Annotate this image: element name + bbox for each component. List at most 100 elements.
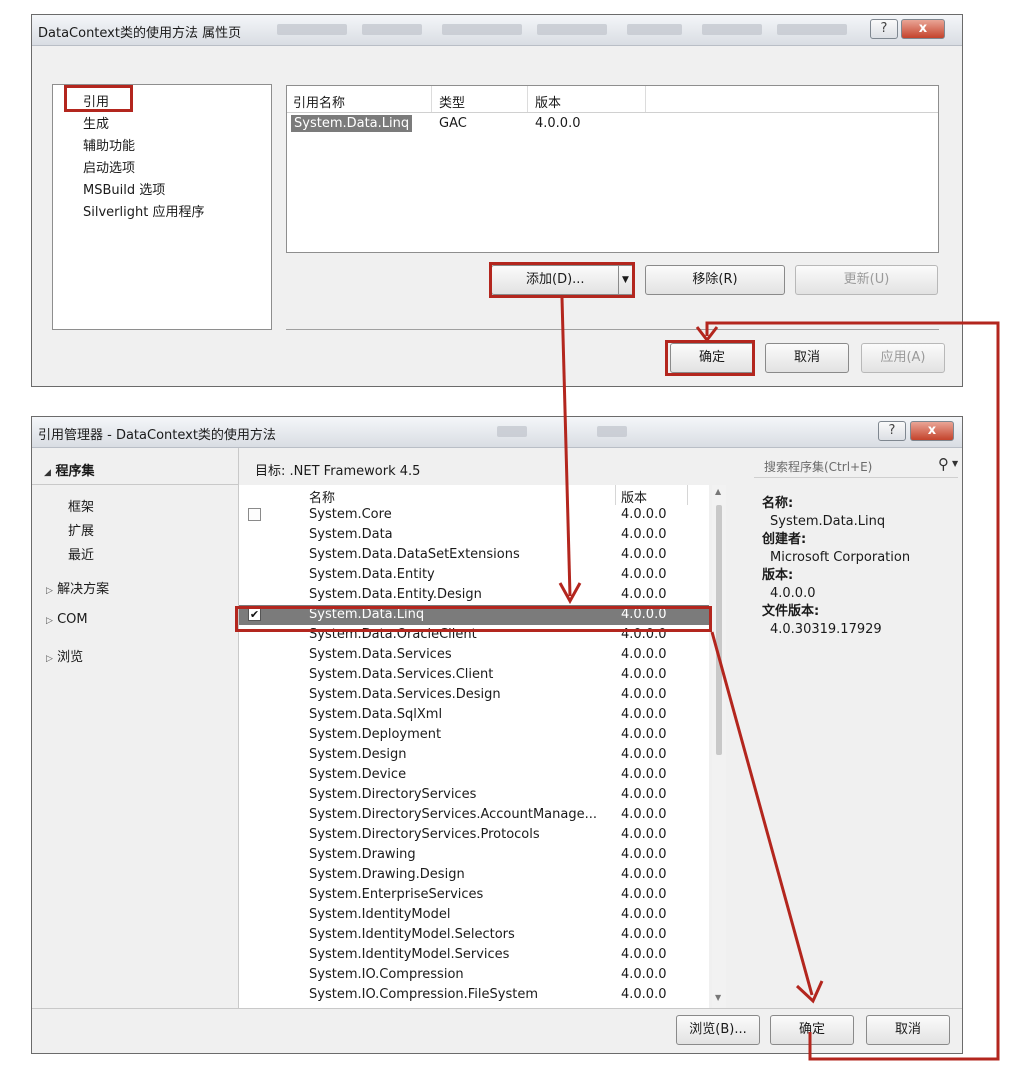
collapsed-triangle-icon: ▷ [46, 616, 53, 626]
tree-item-recent[interactable]: 最近 [68, 544, 94, 563]
vertical-scrollbar[interactable]: ▲ ▼ [712, 485, 726, 1008]
table-row[interactable]: System.Device 4.0.0.0 [239, 765, 709, 785]
table-row[interactable]: System.DirectoryServices.AccountManage..… [239, 805, 709, 825]
assembly-name: System.Data.Entity.Design [309, 587, 482, 602]
window-title: 引用管理器 - DataContext类的使用方法 [38, 428, 276, 443]
browse-button[interactable]: 浏览(B)... [676, 1015, 760, 1045]
table-row[interactable]: System.Core 4.0.0.0 [239, 505, 709, 525]
table-row[interactable]: System.DirectoryServices 4.0.0.0 [239, 785, 709, 805]
update-reference-button[interactable]: 更新(U) [795, 265, 938, 295]
table-row[interactable]: System.IdentityModel.Selectors 4.0.0.0 [239, 925, 709, 945]
category-tree: ◢ 程序集 框架 扩展 最近 ▷ 解决方案 ▷ COM ▷ 浏览 [32, 448, 238, 1008]
remove-reference-button[interactable]: 移除(R) [645, 265, 785, 295]
column-header-name[interactable]: 名称 [309, 487, 335, 506]
scroll-up-icon[interactable]: ▲ [715, 487, 721, 496]
assembly-name: System.Data [309, 527, 393, 542]
assembly-name: System.Design [309, 747, 407, 762]
reference-type-cell: GAC [439, 116, 467, 131]
reference-version-cell: 4.0.0.0 [535, 116, 581, 131]
add-reference-button[interactable]: 添加(D)... ▼ [491, 265, 634, 295]
tree-node-assemblies[interactable]: ◢ 程序集 [44, 460, 94, 479]
tree-item-extensions[interactable]: 扩展 [68, 520, 94, 539]
cancel-button[interactable]: 取消 [765, 343, 849, 373]
reference-list: 引用名称 类型 版本 System.Data.Linq GAC 4.0.0.0 [286, 85, 939, 253]
nav-item-msbuild[interactable]: MSBuild 选项 [83, 179, 165, 198]
column-header-version[interactable]: 版本 [535, 92, 561, 111]
table-row[interactable]: System.Data.Entity 4.0.0.0 [239, 565, 709, 585]
assembly-name: System.Data.OracleClient [309, 627, 477, 642]
table-row[interactable]: System.Drawing.Design 4.0.0.0 [239, 865, 709, 885]
nav-item-silverlight[interactable]: Silverlight 应用程序 [83, 201, 204, 220]
assembly-name: System.Drawing [309, 847, 416, 862]
tree-node-solution[interactable]: ▷ 解决方案 [46, 578, 109, 597]
apply-button[interactable]: 应用(A) [861, 343, 945, 373]
table-row[interactable]: System.IdentityModel 4.0.0.0 [239, 905, 709, 925]
tree-item-framework[interactable]: 框架 [68, 496, 94, 515]
table-row[interactable]: System.Data.SqlXml 4.0.0.0 [239, 705, 709, 725]
assembly-version: 4.0.0.0 [621, 867, 667, 882]
assembly-version: 4.0.0.0 [621, 547, 667, 562]
assembly-name: System.DirectoryServices.AccountManage..… [309, 807, 597, 822]
footer-divider [32, 1008, 962, 1009]
add-reference-label: 添加(D)... [526, 272, 585, 287]
expanded-triangle-icon: ◢ [44, 468, 51, 478]
nav-item-build[interactable]: 生成 [83, 113, 109, 132]
table-row[interactable]: System.Data.Linq GAC 4.0.0.0 [287, 114, 938, 136]
scroll-down-icon[interactable]: ▼ [715, 993, 721, 1002]
table-row[interactable]: System.EnterpriseServices 4.0.0.0 [239, 885, 709, 905]
table-row[interactable]: System.Data.OracleClient 4.0.0.0 [239, 625, 709, 645]
row-checkbox[interactable] [248, 508, 261, 521]
table-row[interactable]: System.Data.Entity.Design 4.0.0.0 [239, 585, 709, 605]
table-row[interactable]: System.Deployment 4.0.0.0 [239, 725, 709, 745]
table-row[interactable]: System.Drawing 4.0.0.0 [239, 845, 709, 865]
assembly-version: 4.0.0.0 [621, 847, 667, 862]
table-row[interactable]: System.Data 4.0.0.0 [239, 525, 709, 545]
assembly-name: System.Data.Services.Design [309, 687, 501, 702]
detail-file-version-label: 文件版本: [762, 604, 820, 619]
tree-node-com[interactable]: ▷ COM [46, 612, 88, 627]
table-row[interactable]: System.Data.Services 4.0.0.0 [239, 645, 709, 665]
search-box[interactable]: 搜索程序集(Ctrl+E) ⚲ ▼ [754, 451, 958, 478]
table-row[interactable]: System.Data.Services.Design 4.0.0.0 [239, 685, 709, 705]
nav-item-accessibility[interactable]: 辅助功能 [83, 135, 135, 154]
title-bar: DataContext类的使用方法 属性页 ? x [32, 15, 962, 46]
close-icon[interactable]: x [910, 421, 954, 441]
search-icon[interactable]: ⚲ [938, 455, 949, 473]
help-icon[interactable]: ? [870, 19, 898, 39]
assembly-name: System.DirectoryServices [309, 787, 477, 802]
column-header-version[interactable]: 版本 [621, 487, 647, 506]
table-row[interactable]: System.DirectoryServices.Protocols 4.0.0.… [239, 825, 709, 845]
assembly-version: 4.0.0.0 [621, 787, 667, 802]
table-row[interactable]: ✔ System.Data.Linq 4.0.0.0 [239, 605, 709, 625]
column-divider [431, 86, 432, 112]
search-input[interactable]: 搜索程序集(Ctrl+E) [764, 458, 872, 475]
assembly-version: 4.0.0.0 [621, 707, 667, 722]
footer-divider [286, 329, 939, 330]
table-row[interactable]: System.IdentityModel.Services 4.0.0.0 [239, 945, 709, 965]
scrollbar-thumb[interactable] [716, 505, 722, 755]
blurred-title-region [362, 24, 422, 35]
table-row[interactable]: System.Data.DataSetExtensions 4.0.0.0 [239, 545, 709, 565]
chevron-down-icon[interactable]: ▼ [952, 459, 958, 468]
column-header-type[interactable]: 类型 [439, 92, 465, 111]
ok-button[interactable]: 确定 [670, 343, 754, 373]
chevron-down-icon[interactable]: ▼ [622, 266, 629, 294]
title-bar: 引用管理器 - DataContext类的使用方法 ? x [32, 417, 962, 448]
help-icon[interactable]: ? [878, 421, 906, 441]
assembly-version: 4.0.0.0 [621, 527, 667, 542]
ok-button[interactable]: 确定 [770, 1015, 854, 1045]
column-header-name[interactable]: 引用名称 [293, 92, 345, 111]
tree-node-browse[interactable]: ▷ 浏览 [46, 646, 83, 665]
nav-item-references[interactable]: 引用 [83, 91, 109, 110]
table-row[interactable]: System.Design 4.0.0.0 [239, 745, 709, 765]
row-checkbox[interactable]: ✔ [248, 608, 261, 621]
table-row[interactable]: System.Data.Services.Client 4.0.0.0 [239, 665, 709, 685]
assembly-version: 4.0.0.0 [621, 807, 667, 822]
close-icon[interactable]: x [901, 19, 945, 39]
assembly-name: System.Data.DataSetExtensions [309, 547, 520, 562]
target-framework-label: 目标: .NET Framework 4.5 [255, 464, 421, 479]
cancel-button[interactable]: 取消 [866, 1015, 950, 1045]
table-row[interactable]: System.IO.Compression.FileSystem 4.0.0.0 [239, 985, 709, 1005]
nav-item-startup[interactable]: 启动选项 [83, 157, 135, 176]
table-row[interactable]: System.IO.Compression 4.0.0.0 [239, 965, 709, 985]
